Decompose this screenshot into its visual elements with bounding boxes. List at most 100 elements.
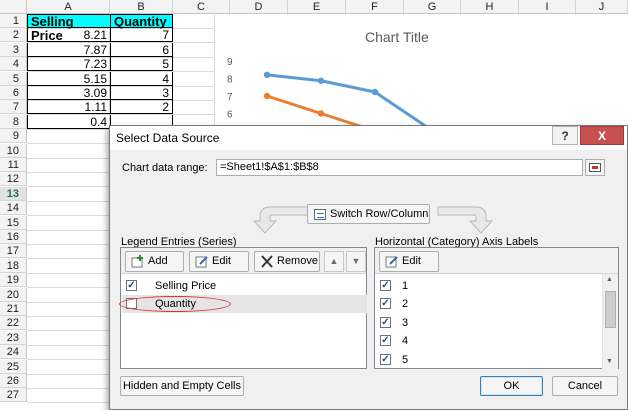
column-header-f[interactable]: F: [346, 0, 404, 14]
edit-series-button[interactable]: Edit: [189, 251, 249, 272]
axis-label-checkbox[interactable]: ✓: [380, 335, 391, 347]
edit-axis-labels-button[interactable]: Edit: [379, 251, 439, 272]
column-header-b[interactable]: B: [110, 0, 173, 14]
row-header-14[interactable]: 14: [0, 201, 27, 216]
chart-data-range-label: Chart data range:: [122, 162, 208, 174]
hidden-empty-cells-button[interactable]: Hidden and Empty Cells: [120, 376, 244, 396]
move-up-button[interactable]: ▲: [324, 251, 344, 272]
row-header-23[interactable]: 23: [0, 330, 27, 345]
add-series-button[interactable]: Add: [125, 251, 184, 272]
cell-a2[interactable]: 8.21: [27, 28, 111, 43]
row-header-4[interactable]: 4: [0, 57, 27, 72]
axis-label-checkbox[interactable]: ✓: [380, 316, 391, 328]
row-header-6[interactable]: 6: [0, 86, 27, 100]
row-header-24[interactable]: 24: [0, 345, 27, 360]
cell-a6[interactable]: 3.09: [27, 86, 111, 100]
row-header-3[interactable]: 3: [0, 42, 27, 57]
column-header-e[interactable]: E: [288, 0, 346, 14]
select-all-corner[interactable]: [0, 0, 27, 14]
axis-list-scrollbar[interactable]: ▲ ▼: [602, 274, 618, 369]
axis-label-item[interactable]: ✓ 3: [376, 314, 603, 332]
cell-b2[interactable]: 7: [110, 28, 173, 43]
cell-b7[interactable]: 2: [110, 100, 173, 115]
row-header-22[interactable]: 22: [0, 316, 27, 331]
row-header-7[interactable]: 7: [0, 100, 27, 115]
switch-row-column-button[interactable]: Switch Row/Column: [307, 204, 430, 224]
column-header-d[interactable]: D: [230, 0, 288, 14]
cancel-button[interactable]: Cancel: [552, 376, 618, 396]
help-button[interactable]: ?: [552, 126, 578, 145]
row-header-1[interactable]: 1: [0, 14, 27, 28]
axis-label-item[interactable]: ✓ 1: [376, 277, 603, 295]
scroll-thumb[interactable]: [605, 291, 616, 328]
row-header-27[interactable]: 27: [0, 388, 27, 403]
row-header-10[interactable]: 10: [0, 143, 27, 158]
scroll-down-icon[interactable]: ▼: [606, 358, 613, 365]
data-point[interactable]: [263, 71, 271, 79]
cell-a3[interactable]: 7.87: [27, 42, 111, 57]
switch-icon: [314, 209, 326, 220]
series-item-selling-price[interactable]: ✓ Selling Price: [122, 277, 367, 295]
edit-icon: [195, 256, 208, 268]
column-header-i[interactable]: I: [519, 0, 576, 14]
axis-label-checkbox[interactable]: ✓: [380, 298, 391, 310]
cell-b1[interactable]: Quantity: [110, 14, 173, 29]
row-header-26[interactable]: 26: [0, 374, 27, 388]
cell-a1[interactable]: Selling Price: [27, 14, 111, 43]
line-chart[interactable]: Chart Title 9876: [214, 15, 628, 135]
range-picker-button[interactable]: [585, 159, 605, 176]
remove-label: Remove: [277, 255, 318, 267]
axis-label-value: 5: [402, 353, 409, 366]
series-line-selling-price[interactable]: [266, 73, 430, 130]
axis-label-checkbox[interactable]: ✓: [380, 280, 391, 291]
row-header-25[interactable]: 25: [0, 359, 27, 374]
row-header-20[interactable]: 20: [0, 287, 27, 302]
dialog-titlebar[interactable]: Select Data Source ? X: [110, 126, 627, 150]
row-header-9[interactable]: 9: [0, 129, 27, 144]
axis-label-checkbox[interactable]: ✓: [380, 353, 391, 365]
row-header-2[interactable]: 2: [0, 28, 27, 43]
column-header-h[interactable]: H: [461, 0, 519, 14]
data-point[interactable]: [263, 92, 271, 100]
column-header-g[interactable]: G: [404, 0, 461, 14]
move-down-button[interactable]: ▼: [346, 251, 366, 272]
row-header-16[interactable]: 16: [0, 230, 27, 244]
data-point[interactable]: [317, 110, 325, 117]
row-header-21[interactable]: 21: [0, 302, 27, 316]
series-checkbox[interactable]: ✓: [126, 280, 137, 291]
row-header-15[interactable]: 15: [0, 215, 27, 230]
row-header-11[interactable]: 11: [0, 158, 27, 172]
cell-b3[interactable]: 6: [110, 42, 173, 57]
row-header-12[interactable]: 12: [0, 172, 27, 187]
cell-a7[interactable]: 1.11: [27, 100, 111, 115]
row-header-18[interactable]: 18: [0, 258, 27, 273]
cell-b4[interactable]: 5: [110, 57, 173, 72]
row-header-17[interactable]: 17: [0, 244, 27, 259]
cell-a8[interactable]: 0.4: [27, 114, 111, 129]
cell-b5[interactable]: 4: [110, 71, 173, 86]
axis-edit-label: Edit: [402, 255, 421, 267]
close-button[interactable]: X: [580, 126, 624, 145]
highlight-annotation: [119, 296, 231, 312]
row-header-8[interactable]: 8: [0, 114, 27, 129]
ok-button[interactable]: OK: [480, 376, 543, 396]
remove-series-button[interactable]: Remove: [254, 251, 320, 272]
cell-a5[interactable]: 5.15: [27, 71, 111, 86]
data-point[interactable]: [371, 88, 379, 96]
data-point[interactable]: [317, 77, 325, 84]
row-header-13[interactable]: 13: [0, 186, 27, 201]
axis-label-item[interactable]: ✓ 2: [376, 295, 603, 313]
scroll-up-icon[interactable]: ▲: [606, 276, 613, 283]
chart-data-range-input[interactable]: =Sheet1!$A$1:$B$8: [216, 159, 583, 176]
series-name: Selling Price: [155, 280, 217, 292]
column-header-a[interactable]: A: [27, 0, 110, 14]
axis-label-item[interactable]: ✓ 5: [376, 351, 603, 369]
column-header-j[interactable]: J: [576, 0, 628, 14]
axis-label-item[interactable]: ✓ 4: [376, 332, 603, 350]
row-header-19[interactable]: 19: [0, 273, 27, 288]
axis-label-value: 3: [402, 316, 409, 329]
cell-b6[interactable]: 3: [110, 86, 173, 100]
cell-a4[interactable]: 7.23: [27, 57, 111, 72]
column-header-c[interactable]: C: [173, 0, 230, 14]
row-header-5[interactable]: 5: [0, 71, 27, 86]
